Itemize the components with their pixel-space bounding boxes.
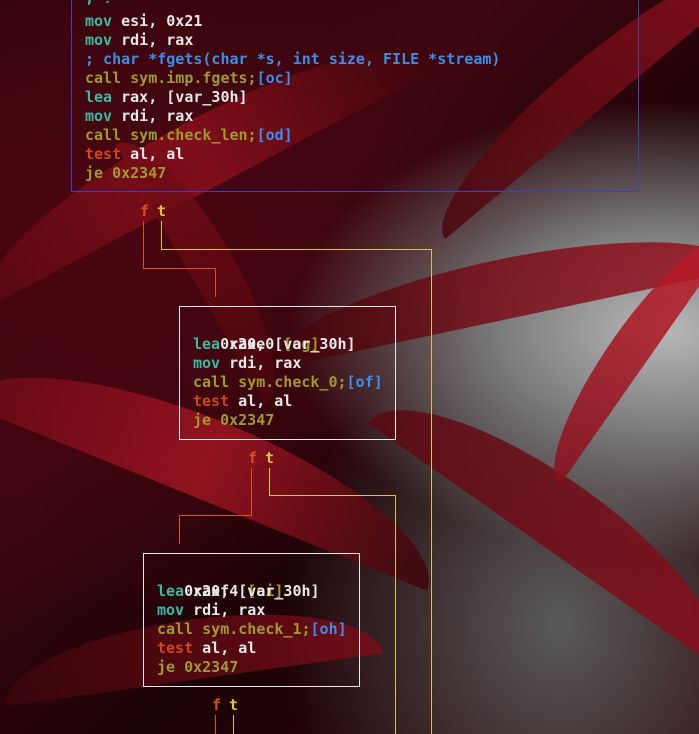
asm-operands: sym.check_1;	[193, 620, 311, 638]
edge-true-line	[395, 495, 396, 734]
asm-line: mov rdi, rax	[193, 354, 301, 373]
asm-mnemonic: mov	[85, 12, 113, 30]
asm-line: lea rax, [var_30h]	[85, 88, 248, 107]
asm-line: mov esi, 0x21	[85, 12, 202, 31]
asm-operands: al, al	[193, 639, 257, 657]
asm-mnemonic: mov	[85, 107, 113, 125]
asm-mnemonic: mov	[157, 601, 185, 619]
asm-operands: sym.check_0;	[229, 373, 347, 391]
edge-label-true: t	[265, 449, 275, 467]
edge-true-line	[161, 221, 162, 249]
asm-line: call sym.check_1;[oh]	[157, 620, 347, 639]
asm-mnemonic: test	[193, 392, 230, 410]
edge-false-line	[143, 268, 216, 269]
asm-operands: 0x2347	[211, 411, 275, 429]
asm-operands: rdi, rax	[112, 107, 194, 125]
asm-comment: ; char *fgets(char *s, int size, FILE *s…	[85, 50, 501, 68]
asm-operands: al, al	[121, 145, 185, 163]
edge-false-line	[179, 515, 252, 516]
asm-operands: rdi, rax	[184, 601, 266, 619]
edge-false-line	[143, 221, 144, 268]
asm-line: call sym.check_0;[of]	[193, 373, 383, 392]
edge-true-line	[269, 468, 270, 496]
asm-operands: rax, [var_30h]	[184, 582, 320, 600]
asm-mnemonic: mov	[85, 31, 113, 49]
edge-label-false: f	[248, 449, 258, 467]
asm-mnemonic: lea	[85, 88, 113, 106]
edge-true-line	[269, 495, 396, 496]
asm-line: lea rax, [var_30h]	[193, 335, 356, 354]
asm-mnemonic: lea	[157, 582, 185, 600]
edge-label-true: t	[229, 696, 239, 714]
asm-mnemonic: test	[157, 639, 194, 657]
xref-link[interactable]: [of]	[347, 373, 383, 391]
asm-operands: sym.check_len;	[121, 126, 257, 144]
edge-false-line	[179, 515, 180, 544]
asm-operands: 0x2347	[175, 658, 239, 676]
asm-line: mov rdi, rax	[85, 31, 193, 50]
asm-operands: rdi, rax	[220, 354, 302, 372]
asm-mnemonic: call	[85, 126, 122, 144]
asm-line: test al, al	[157, 639, 256, 658]
asm-operands: 0x2347	[103, 164, 167, 182]
asm-line: lea rax, [var_30h]	[157, 582, 320, 601]
asm-operands: rax, [var_30h]	[112, 88, 248, 106]
asm-line: test al, al	[193, 392, 292, 411]
asm-operands: sym.imp.fgets;	[121, 69, 257, 87]
asm-mnemonic: call	[85, 69, 122, 87]
asm-operands: rdi, rax	[112, 31, 194, 49]
block-header: 0x20e0 [og]	[202, 316, 319, 353]
block-header: 0x20f4 [oi]	[166, 563, 283, 600]
asm-operands: rax, [var_30h]	[220, 335, 356, 353]
xref-link[interactable]: [od]	[257, 126, 293, 144]
edge-true-line	[161, 249, 432, 250]
edge-false-line	[215, 268, 216, 297]
edge-false-line	[251, 468, 252, 515]
asm-mnemonic: je	[85, 164, 104, 182]
edge-true-line	[431, 249, 432, 734]
edge-label-true: t	[157, 202, 167, 220]
asm-mnemonic: call	[193, 373, 230, 391]
edge-label-false: f	[140, 202, 150, 220]
asm-line: mov rdi, rax	[85, 107, 193, 126]
asm-line: je 0x2347	[157, 658, 238, 677]
asm-operands: al, al	[229, 392, 293, 410]
clipped-comment-line: ; !	[85, 0, 112, 8]
asm-line: ; char *fgets(char *s, int size, FILE *s…	[85, 50, 500, 69]
asm-line: je 0x2347	[193, 411, 274, 430]
xref-link[interactable]: [oc]	[257, 69, 293, 87]
asm-line: call sym.imp.fgets;[oc]	[85, 69, 293, 88]
asm-mnemonic: je	[193, 411, 212, 429]
xref-link[interactable]: [oh]	[311, 620, 347, 638]
asm-mnemonic: lea	[193, 335, 221, 353]
asm-line: mov rdi, rax	[157, 601, 265, 620]
asm-mnemonic: mov	[193, 354, 221, 372]
asm-mnemonic: je	[157, 658, 176, 676]
edge-false-line	[215, 715, 216, 734]
asm-line: test al, al	[85, 145, 184, 164]
edge-label-false: f	[212, 696, 222, 714]
asm-operands: esi, 0x21	[112, 12, 203, 30]
edge-true-line	[233, 715, 234, 734]
asm-mnemonic: test	[85, 145, 122, 163]
asm-line: call sym.check_len;[od]	[85, 126, 293, 145]
asm-line: je 0x2347	[85, 164, 166, 183]
asm-mnemonic: call	[157, 620, 194, 638]
